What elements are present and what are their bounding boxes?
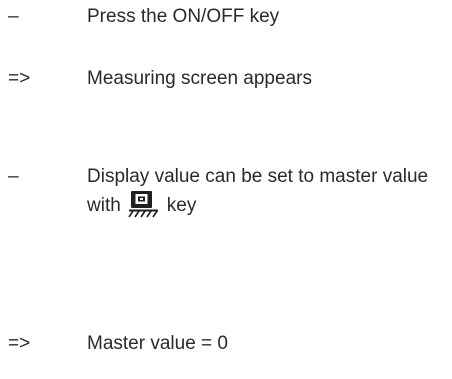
step-text-after-icon: key [166, 195, 197, 216]
step-text: Display value can be set to master value… [87, 164, 447, 219]
step-marker-dash: – [8, 166, 19, 187]
step-marker-arrow: => [8, 68, 31, 89]
step-marker-arrow: => [8, 333, 31, 354]
step-marker-dash: – [8, 6, 19, 27]
step-text: Master value = 0 [87, 333, 228, 354]
step-text: Measuring screen appears [87, 68, 312, 89]
master-set-key-icon [128, 191, 158, 218]
step-text: Press the ON/OFF key [87, 6, 280, 27]
